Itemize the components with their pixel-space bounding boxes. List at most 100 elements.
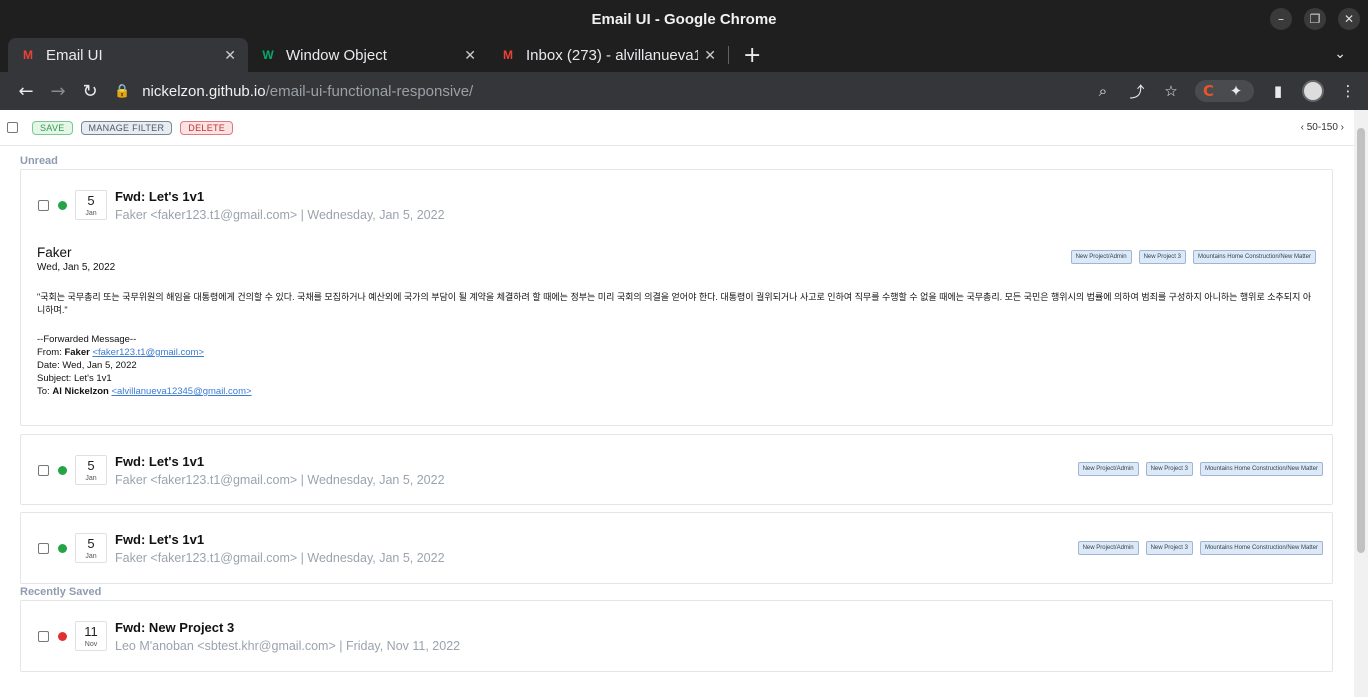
tab-strip: M Email UI ✕ W Window Object ✕ M Inbox (… [0,38,1368,72]
email-checkbox[interactable] [38,199,49,211]
email-summary: Fwd: Let's 1v1 Faker <faker123.t1@gmail.… [115,454,445,487]
forward-to-email-link[interactable]: <alvillanueva12345@gmail.com> [111,386,251,397]
close-tab-icon[interactable]: ✕ [464,47,476,64]
section-label-recently-saved: Recently Saved [20,586,102,598]
address-bar[interactable]: 🔒 nickelzon.github.io /email-ui-function… [114,76,1093,106]
tag[interactable]: Mountains Home Construction/New Matter [1199,462,1323,476]
date-day: 5 [87,193,95,208]
email-card[interactable]: 5 Jan Fwd: Let's 1v1 Faker <faker123.t1@… [20,512,1333,584]
toolbar-icons: ⌕ ⤴ ☆ C ✦ ▮ ⋮ [1093,80,1358,102]
tab-inbox[interactable]: M Inbox (273) - alvillanueva1 ✕ [488,38,728,72]
browser-toolbar: ← → ↻ 🔒 nickelzon.github.io /email-ui-fu… [0,72,1368,110]
tab-window-object[interactable]: W Window Object ✕ [248,38,488,72]
tag-list: New Project/Admin New Project 3 Mountain… [1077,541,1323,555]
chevron-down-icon[interactable]: ⌄ [1334,46,1346,62]
save-button[interactable]: SAVE [32,120,73,135]
page-scrollbar[interactable] [1354,110,1368,697]
forward-from-email-link[interactable]: <faker123.t1@gmail.com> [92,347,204,358]
lock-icon: 🔒 [114,83,131,98]
tag[interactable]: New Project 3 [1145,462,1193,476]
email-card-expanded[interactable]: 5 Jan Fwd: Let's 1v1 Faker <faker123.t1@… [20,169,1333,426]
gmail-icon: M [23,48,33,62]
email-row[interactable]: 11 Nov Fwd: New Project 3 Leo M'anoban <… [21,601,1332,671]
star-icon[interactable]: ☆ [1161,82,1181,100]
tag[interactable]: New Project/Admin [1077,541,1139,555]
date-day: 5 [87,458,95,473]
tag[interactable]: Mountains Home Construction/New Matter [1199,541,1323,555]
forward-subject: Subject: Let's 1v1 [37,373,112,384]
body-message: "국회는 국무총리 또는 국무위원의 해임을 대통령에게 건의할 수 있다. 국… [37,292,1312,315]
side-panel-icon[interactable]: ▮ [1268,82,1288,100]
date-month: Nov [84,641,98,648]
tag-list: New Project/Admin New Project 3 Mountain… [1070,250,1316,264]
forward-block: --Forwarded Message-- From: Faker <faker… [37,333,1316,398]
action-bar: SAVE MANAGE FILTER DELETE ‹ 50-150 › [0,110,1354,146]
email-page: SAVE MANAGE FILTER DELETE ‹ 50-150 › Unr… [0,110,1354,697]
forward-header: --Forwarded Message-- [37,334,137,345]
close-tab-icon[interactable]: ✕ [224,47,236,64]
window-title: Email UI - Google Chrome [591,10,777,28]
manage-filter-button[interactable]: MANAGE FILTER [80,120,173,135]
email-summary: Fwd: Let's 1v1 Faker <faker123.t1@gmail.… [115,189,445,222]
share-icon[interactable]: ⤴ [1127,81,1147,102]
date-box: 5 Jan [75,455,107,485]
delete-button[interactable]: DELETE [180,120,234,135]
close-window-icon[interactable]: ✕ [1338,8,1360,30]
avatar[interactable] [1302,80,1324,102]
email-row[interactable]: 5 Jan Fwd: Let's 1v1 Faker <faker123.t1@… [21,513,1332,583]
tab-divider [728,46,729,64]
email-summary: Fwd: New Project 3 Leo M'anoban <sbtest.… [115,620,460,653]
back-icon[interactable]: ← [10,81,42,102]
status-dot [58,543,67,553]
date-box: 5 Jan [75,533,107,563]
tag[interactable]: New Project/Admin [1070,250,1132,264]
restore-icon[interactable]: ❐ [1304,8,1326,30]
minimize-icon[interactable]: – [1270,8,1292,30]
date-month: Jan [85,475,97,482]
new-tab-icon[interactable]: + [743,43,761,68]
select-all-checkbox[interactable] [7,122,18,133]
email-from: Leo M'anoban <sbtest.khr@gmail.com> | Fr… [115,638,461,653]
puzzle-icon[interactable]: ✦ [1226,82,1246,100]
tab-email-ui[interactable]: M Email UI ✕ [8,38,248,72]
tag[interactable]: New Project/Admin [1077,462,1139,476]
w3-icon: W [262,48,274,62]
tab-label: Email UI [46,46,103,64]
gmail-icon: M [503,48,513,62]
extension-c-icon[interactable]: C [1203,82,1214,100]
email-row[interactable]: 5 Jan Fwd: Let's 1v1 Faker <faker123.t1@… [21,170,1332,240]
forward-to-name: Al Nickelzon [52,386,109,397]
tag-list: New Project/Admin New Project 3 Mountain… [1077,462,1323,476]
email-checkbox[interactable] [38,464,49,476]
forward-to: To: Al Nickelzon <alvillanueva12345@gmai… [37,386,252,397]
pagination[interactable]: ‹ 50-150 › [1301,122,1344,133]
zoom-icon[interactable]: ⌕ [1093,82,1113,100]
menu-icon[interactable]: ⋮ [1338,82,1358,100]
tab-label: Inbox (273) - alvillanueva1 [526,46,699,64]
email-checkbox[interactable] [38,630,49,642]
status-dot [58,465,67,475]
window-controls: – ❐ ✕ [1270,8,1360,30]
email-card[interactable]: 11 Nov Fwd: New Project 3 Leo M'anoban <… [20,600,1333,672]
close-tab-icon[interactable]: ✕ [704,47,716,64]
email-from: Faker <faker123.t1@gmail.com> | Wednesda… [115,550,445,565]
forward-icon[interactable]: → [42,81,74,102]
url-host: nickelzon.github.io [142,82,266,100]
email-checkbox[interactable] [38,542,49,554]
reload-icon[interactable]: ↻ [74,81,106,102]
date-box: 5 Jan [75,190,107,220]
tag[interactable]: Mountains Home Construction/New Matter [1192,250,1316,264]
date-month: Jan [85,553,97,560]
email-summary: Fwd: Let's 1v1 Faker <faker123.t1@gmail.… [115,532,445,565]
window-titlebar: Email UI - Google Chrome – ❐ ✕ [0,0,1368,38]
section-label-unread: Unread [20,155,58,167]
forward-date: Date: Wed, Jan 5, 2022 [37,360,137,371]
email-row[interactable]: 5 Jan Fwd: Let's 1v1 Faker <faker123.t1@… [21,435,1332,505]
email-subject: Fwd: Let's 1v1 [115,531,205,547]
scrollbar-thumb[interactable] [1357,128,1365,553]
tab-label: Window Object [286,46,387,64]
url-path: /email-ui-functional-responsive/ [265,82,474,100]
email-card[interactable]: 5 Jan Fwd: Let's 1v1 Faker <faker123.t1@… [20,434,1333,505]
tag[interactable]: New Project 3 [1145,541,1193,555]
tag[interactable]: New Project 3 [1138,250,1186,264]
